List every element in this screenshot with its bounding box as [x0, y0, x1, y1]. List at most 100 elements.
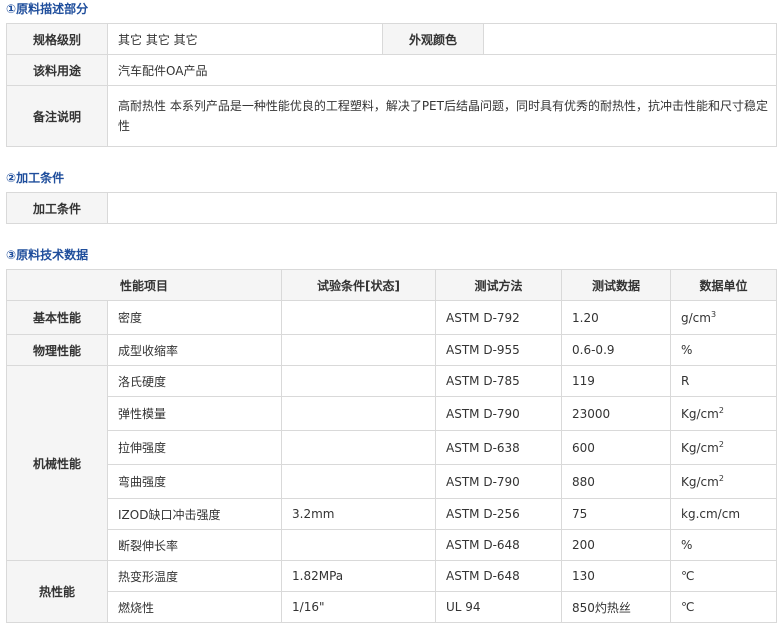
unit-exponent: 3: [710, 309, 717, 319]
row-condition: 3.2mm: [281, 498, 437, 530]
spec-label: 规格级别: [6, 23, 108, 55]
description-table: 规格级别 其它 其它 其它 外观颜色 该料用途 汽车配件OA产品 备注说明 高耐…: [6, 23, 777, 147]
row-value: 600: [561, 430, 672, 465]
row-item: 弯曲强度: [106, 464, 283, 499]
unit-text: %: [681, 538, 693, 552]
processing-value: [107, 192, 777, 224]
row-condition: [281, 430, 437, 465]
row-method: ASTM D-790: [435, 396, 563, 431]
row-item: 洛氏硬度: [106, 365, 283, 397]
row-condition: [281, 334, 437, 366]
unit-text: g/cm: [681, 310, 711, 325]
row-value: 119: [561, 365, 672, 397]
header-item: 性能项目: [5, 269, 283, 301]
table-row: 断裂伸长率 ASTM D-648 200 %: [7, 529, 778, 561]
header-value: 测试数据: [561, 269, 672, 301]
row-unit: R: [670, 365, 778, 397]
unit-text: ℃: [681, 600, 695, 614]
row-item: 密度: [106, 300, 283, 335]
row-method: ASTM D-790: [435, 464, 563, 499]
unit-text: ℃: [681, 569, 695, 583]
row-method: ASTM D-256: [435, 498, 563, 530]
row-condition: [281, 464, 437, 499]
table-row: 该料用途 汽车配件OA产品: [6, 54, 777, 86]
table-row: 加工条件: [6, 192, 777, 224]
group-mechanical: 机械性能: [6, 365, 108, 561]
row-method: ASTM D-785: [435, 365, 563, 397]
color-value: [483, 23, 777, 55]
row-value: 200: [561, 529, 672, 561]
row-unit: g/cm3: [670, 300, 778, 335]
row-condition: [281, 529, 437, 561]
row-item: 弹性模量: [106, 396, 283, 431]
table-row: 物理性能 成型收缩率 ASTM D-955 0.6-0.9 %: [6, 334, 778, 366]
section-title-description: ①原料描述部分: [6, 2, 89, 16]
unit-text: Kg/cm: [681, 406, 719, 421]
table-row: 拉伸强度 ASTM D-638 600 Kg/cm2: [7, 430, 778, 465]
row-item: 拉伸强度: [106, 430, 283, 465]
table-row: 弯曲强度 ASTM D-790 880 Kg/cm2: [7, 464, 778, 499]
section-title-processing: ②加工条件: [6, 171, 65, 185]
table-row: 备注说明 高耐热性 本系列产品是一种性能优良的工程塑料，解决了PET后结晶问题，…: [6, 85, 777, 147]
note-label: 备注说明: [6, 85, 108, 147]
header-method: 测试方法: [435, 269, 563, 301]
row-value: 850灼热丝: [561, 591, 672, 623]
row-method: UL 94: [435, 591, 563, 623]
table-row: 热性能 热变形温度 1.82MPa ASTM D-648 130 ℃: [6, 560, 778, 623]
processing-table: 加工条件: [6, 192, 777, 224]
row-unit: Kg/cm2: [670, 430, 778, 465]
row-item: 成型收缩率: [106, 334, 283, 366]
row-method: ASTM D-648: [435, 560, 563, 592]
row-value: 23000: [561, 396, 672, 431]
row-value: 1.20: [561, 300, 672, 335]
row-unit: Kg/cm2: [670, 396, 778, 431]
row-unit: kg.cm/cm: [670, 498, 778, 530]
row-unit: ℃: [670, 591, 778, 623]
use-label: 该料用途: [6, 54, 108, 86]
row-condition: 1/16": [281, 591, 437, 623]
row-item: 燃烧性: [106, 591, 283, 623]
row-value: 880: [561, 464, 672, 499]
unit-text: kg.cm/cm: [681, 507, 741, 521]
technical-data-table: 性能项目 试验条件[状态] 测试方法 测试数据 数据单位 基本性能 密度 AST…: [5, 269, 778, 623]
row-unit: %: [670, 334, 778, 366]
processing-label: 加工条件: [6, 192, 108, 224]
row-method: ASTM D-792: [435, 300, 563, 335]
row-condition: 1.82MPa: [281, 560, 437, 592]
table-header-row: 性能项目 试验条件[状态] 测试方法 测试数据 数据单位: [5, 269, 778, 301]
unit-exponent: 2: [718, 405, 724, 415]
table-row: IZOD缺口冲击强度 3.2mm ASTM D-256 75 kg.cm/cm: [7, 498, 778, 530]
table-row: 弹性模量 ASTM D-790 23000 Kg/cm2: [7, 396, 778, 431]
group-thermal: 热性能: [6, 560, 108, 623]
row-method: ASTM D-955: [435, 334, 563, 366]
table-row: 机械性能 洛氏硬度 ASTM D-785 119 R: [6, 365, 778, 561]
unit-text: R: [681, 374, 690, 388]
row-unit: ℃: [670, 560, 778, 592]
group-basic: 基本性能: [6, 300, 108, 335]
group-physical: 物理性能: [6, 334, 108, 366]
row-item: IZOD缺口冲击强度: [106, 498, 283, 530]
row-item: 断裂伸长率: [106, 529, 283, 561]
row-unit: %: [670, 529, 778, 561]
header-condition: 试验条件[状态]: [281, 269, 437, 301]
row-condition: [281, 300, 437, 335]
unit-text: Kg/cm: [681, 440, 719, 455]
spec-value: 其它 其它 其它: [107, 23, 383, 55]
table-row: 基本性能 密度 ASTM D-792 1.20 g/cm3: [6, 300, 778, 335]
row-method: ASTM D-648: [435, 529, 563, 561]
unit-text: %: [681, 343, 693, 357]
header-unit: 数据单位: [670, 269, 778, 301]
row-value: 75: [561, 498, 672, 530]
table-row: 燃烧性 1/16" UL 94 850灼热丝 ℃: [7, 591, 778, 623]
row-condition: [281, 396, 437, 431]
unit-text: Kg/cm: [681, 474, 719, 489]
row-value: 130: [561, 560, 672, 592]
section-title-technical: ③原料技术数据: [6, 248, 89, 262]
row-item: 热变形温度: [106, 560, 283, 592]
unit-exponent: 2: [718, 439, 724, 449]
row-unit: Kg/cm2: [670, 464, 778, 499]
row-condition: [281, 365, 437, 397]
row-value: 0.6-0.9: [561, 334, 672, 366]
unit-exponent: 2: [718, 473, 724, 483]
table-row: 规格级别 其它 其它 其它 外观颜色: [6, 23, 777, 55]
